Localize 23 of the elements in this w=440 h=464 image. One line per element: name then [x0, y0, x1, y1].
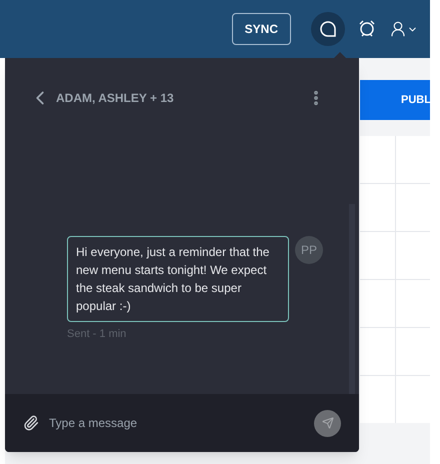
message-input[interactable]: Type a message: [49, 414, 304, 432]
table-cell: [396, 232, 430, 279]
user-icon: [389, 20, 407, 38]
user-menu-button[interactable]: [389, 20, 418, 38]
send-button[interactable]: [314, 410, 341, 436]
table-cell: [360, 184, 394, 231]
table-cell: [396, 280, 430, 327]
table-cell: [360, 376, 394, 423]
chat-bubble-icon: [319, 20, 337, 38]
table-cell: [360, 328, 394, 375]
table-cell: [360, 280, 394, 327]
avatar: PP: [295, 236, 323, 264]
table-cell: [360, 232, 394, 279]
message-bubble: Hi everyone, just a reminder that the new menu starts tonight! We expect the steak sandwich to be super popular :-): [67, 236, 289, 322]
table-cell: [360, 136, 394, 183]
alarm-clock-icon[interactable]: [357, 19, 377, 39]
send-icon: [322, 417, 334, 429]
conversation-title: ADAM, ASHLEY + 13: [56, 90, 175, 107]
table-cell: [396, 328, 430, 375]
chat-button[interactable]: [311, 12, 345, 46]
sync-button[interactable]: SYNC: [232, 13, 291, 45]
attach-icon[interactable]: [23, 415, 39, 431]
table-cell: [396, 184, 430, 231]
